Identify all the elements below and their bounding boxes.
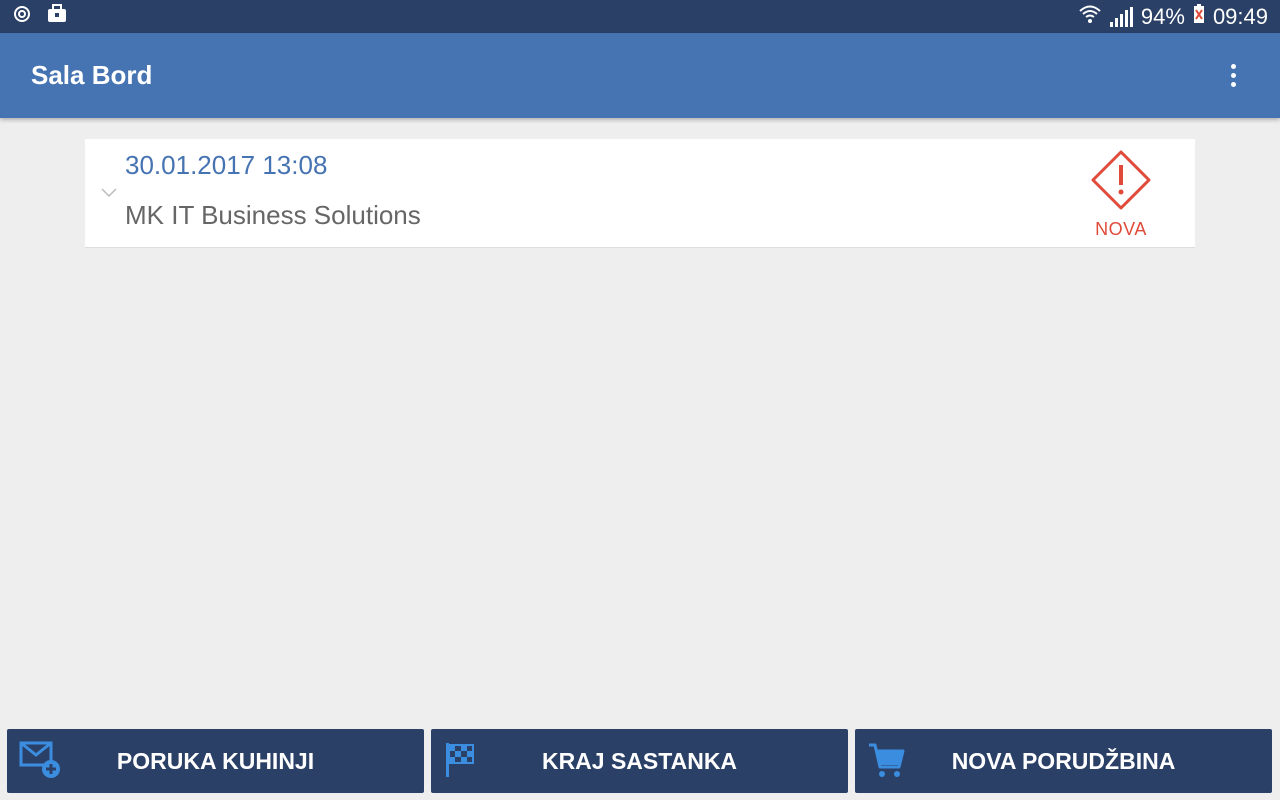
briefcase-icon (46, 4, 68, 29)
new-order-button[interactable]: NOVA PORUDŽBINA (855, 729, 1272, 793)
bottom-action-bar: PORUKA KUHINJI KRAJ SASTANKA NOVA PORUDŽ… (0, 729, 1280, 793)
clock: 09:49 (1212, 3, 1268, 29)
order-status-label: NOVA (1095, 219, 1147, 239)
end-meeting-button[interactable]: KRAJ SASTANKA (431, 729, 848, 793)
shopping-cart-icon (867, 741, 907, 787)
order-datetime: 30.01.2017 13:08 (125, 150, 328, 180)
app-bar: Sala Bord (0, 33, 1280, 118)
overflow-menu-button[interactable] (1218, 56, 1248, 96)
more-vert-icon (1230, 64, 1236, 69)
battery-icon (1193, 3, 1205, 30)
battery-percent: 94% (1140, 3, 1185, 29)
kitchen-message-label: PORUKA KUHINJI (116, 747, 315, 774)
sync-icon (12, 4, 32, 29)
checkered-flag-icon (443, 741, 483, 787)
page-title: Sala Bord (31, 60, 153, 90)
mail-add-icon (19, 741, 63, 787)
wifi-icon (1078, 3, 1102, 31)
chevron-down-icon[interactable] (100, 186, 118, 204)
status-left (12, 4, 68, 29)
warning-diamond-icon (1089, 148, 1153, 217)
signal-icon (1109, 6, 1133, 27)
order-company: MK IT Business Solutions (125, 200, 421, 230)
kitchen-message-button[interactable]: PORUKA KUHINJI (7, 729, 424, 793)
status-bar: 94% 09:49 (0, 0, 1280, 33)
new-order-label: NOVA PORUDŽBINA (951, 747, 1176, 774)
end-meeting-label: KRAJ SASTANKA (541, 747, 738, 774)
order-status-badge: NOVA (1081, 148, 1161, 240)
status-right: 94% 09:49 (1078, 3, 1268, 31)
